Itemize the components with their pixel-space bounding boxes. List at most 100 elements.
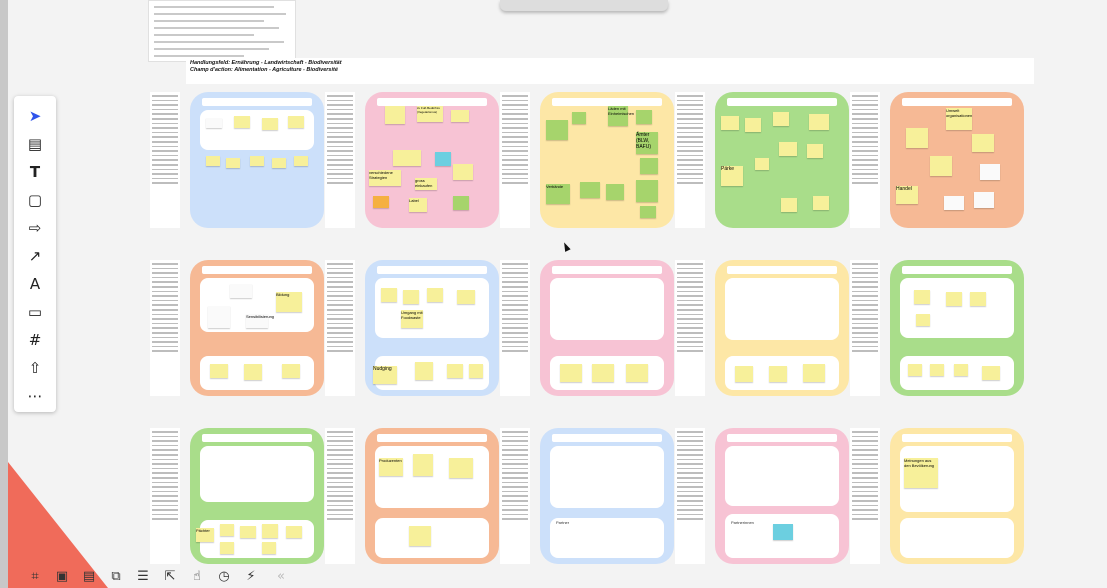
top-text-note[interactable]	[148, 0, 296, 62]
frame-card[interactable]	[190, 92, 324, 228]
sticky-note[interactable]: Meinungen aus den Bevölkerung	[904, 458, 938, 488]
sticky-note[interactable]	[451, 110, 469, 122]
export-icon[interactable]: ⇱	[159, 566, 181, 588]
sticky-note[interactable]: Bildung	[276, 292, 302, 312]
sticky-note[interactable]	[803, 364, 825, 382]
sticky-note-icon[interactable]: ▢	[23, 188, 47, 212]
sticky-note[interactable]	[226, 158, 240, 168]
frame-tool-icon[interactable]: ⌗	[24, 566, 46, 588]
sticky-note[interactable]	[980, 164, 1000, 180]
timer-icon[interactable]: ◷	[213, 566, 235, 588]
sticky-note[interactable]: Label	[409, 198, 427, 212]
frame-icon[interactable]: ▤	[23, 132, 47, 156]
sticky-note[interactable]: Nudging	[373, 366, 397, 384]
copy-icon[interactable]: ⧉	[105, 566, 127, 588]
sticky-note[interactable]	[560, 364, 582, 382]
frame-card[interactable]: Umwelt organisationen Handel	[890, 92, 1024, 228]
comment-add-icon[interactable]: ▣	[51, 566, 73, 588]
sticky-note[interactable]	[286, 526, 302, 538]
sticky-note[interactable]	[809, 114, 829, 130]
more-icon[interactable]: ⋯	[23, 384, 47, 408]
sticky-note[interactable]	[592, 364, 614, 382]
sticky-note[interactable]	[206, 156, 220, 166]
sticky-note[interactable]: Umgang mit Foodwaste	[401, 310, 423, 328]
sticky-note[interactable]	[930, 364, 944, 376]
sticky-note[interactable]	[640, 158, 658, 174]
sticky-note[interactable]	[755, 158, 769, 170]
sticky-note[interactable]	[415, 362, 433, 380]
frame-card[interactable]: Produzenten	[365, 428, 499, 564]
whiteboard-canvas[interactable]: Handlungsfeld: Ernährung - Landwirtschaf…	[0, 0, 1107, 588]
frame-card[interactable]: Läden mit Einheimischen Ämter (BLW, BAFU…	[540, 92, 674, 228]
sticky-note[interactable]	[769, 366, 787, 382]
sticky-note[interactable]: Produzenten	[379, 458, 403, 476]
frame-card[interactable]: Meinungen aus den Bevölkerung	[890, 428, 1024, 564]
sticky-note[interactable]	[262, 524, 278, 538]
sticky-note[interactable]	[288, 116, 304, 128]
sticky-note[interactable]	[779, 142, 797, 156]
sticky-note[interactable]	[916, 314, 930, 326]
sticky-note[interactable]	[220, 542, 234, 554]
sticky-note[interactable]	[373, 196, 389, 208]
sticky-note[interactable]	[220, 524, 234, 536]
shape-icon[interactable]: ⇨	[23, 216, 47, 240]
sticky-note[interactable]	[781, 198, 797, 212]
sticky-note[interactable]	[206, 118, 222, 128]
frame-card[interactable]	[715, 260, 849, 396]
sticky-note[interactable]: Pärke	[721, 166, 743, 186]
sticky-note[interactable]	[546, 120, 568, 140]
sticky-note[interactable]	[393, 150, 421, 166]
sticky-note[interactable]	[982, 366, 1000, 380]
sticky-note[interactable]	[262, 118, 278, 130]
sticky-note[interactable]	[908, 364, 922, 376]
sticky-note[interactable]	[413, 454, 433, 476]
sticky-note[interactable]	[447, 364, 463, 378]
pen-icon[interactable]: A	[23, 272, 47, 296]
sticky-note[interactable]	[449, 458, 473, 478]
select-cursor-icon[interactable]: ➤	[23, 104, 47, 128]
sticky-note[interactable]	[970, 292, 986, 306]
frame-card[interactable]: Pächter	[190, 428, 324, 564]
grid-icon[interactable]: #	[23, 328, 47, 352]
sticky-note[interactable]	[954, 364, 968, 376]
sticky-note[interactable]	[453, 196, 469, 210]
sticky-note[interactable]: Handel	[896, 186, 918, 204]
sticky-note[interactable]	[906, 128, 928, 148]
sticky-note[interactable]	[272, 158, 286, 168]
voting-icon[interactable]: ⚡	[240, 566, 262, 588]
sticky-note[interactable]	[606, 184, 624, 200]
sticky-note[interactable]	[946, 292, 962, 306]
sticky-note[interactable]	[244, 364, 262, 380]
sticky-note[interactable]	[944, 196, 964, 210]
sticky-note[interactable]: Verbände	[546, 184, 570, 204]
sticky-note[interactable]	[453, 164, 473, 180]
sticky-note[interactable]: Sensibilisierung	[246, 314, 274, 328]
sticky-note[interactable]	[773, 112, 789, 126]
frame-card[interactable]: Partnerinnen	[715, 428, 849, 564]
upload-icon[interactable]: ⇧	[23, 356, 47, 380]
sticky-note[interactable]	[914, 290, 930, 304]
frame-card[interactable]: Umgang mit Foodwaste Nudging	[365, 260, 499, 396]
like-icon[interactable]: ☝	[186, 566, 208, 588]
top-shape[interactable]	[500, 0, 668, 11]
sticky-note[interactable]	[208, 306, 230, 328]
sticky-note[interactable]	[427, 288, 443, 302]
frame-card[interactable]: zu Fuß Bedürfnis (Vegetarismus) verschie…	[365, 92, 499, 228]
sticky-note[interactable]	[640, 206, 656, 218]
frame-card[interactable]	[540, 260, 674, 396]
sticky-note[interactable]	[385, 106, 405, 124]
sticky-note[interactable]	[636, 180, 658, 202]
sticky-note[interactable]	[262, 542, 276, 554]
frame-card[interactable]: Pärke	[715, 92, 849, 228]
sticky-note[interactable]	[381, 288, 397, 302]
sticky-note[interactable]	[636, 110, 652, 124]
comment-icon[interactable]: ▤	[78, 566, 100, 588]
text-icon[interactable]: T	[23, 160, 47, 184]
sticky-note[interactable]	[972, 134, 994, 152]
arrow-icon[interactable]: ↗	[23, 244, 47, 268]
sticky-note[interactable]	[250, 156, 264, 166]
sticky-note[interactable]	[813, 196, 829, 210]
sticky-note[interactable]	[745, 118, 761, 132]
sticky-note[interactable]: zu Fuß Bedürfnis (Vegetarismus)	[417, 106, 443, 122]
sticky-note[interactable]	[282, 364, 300, 378]
